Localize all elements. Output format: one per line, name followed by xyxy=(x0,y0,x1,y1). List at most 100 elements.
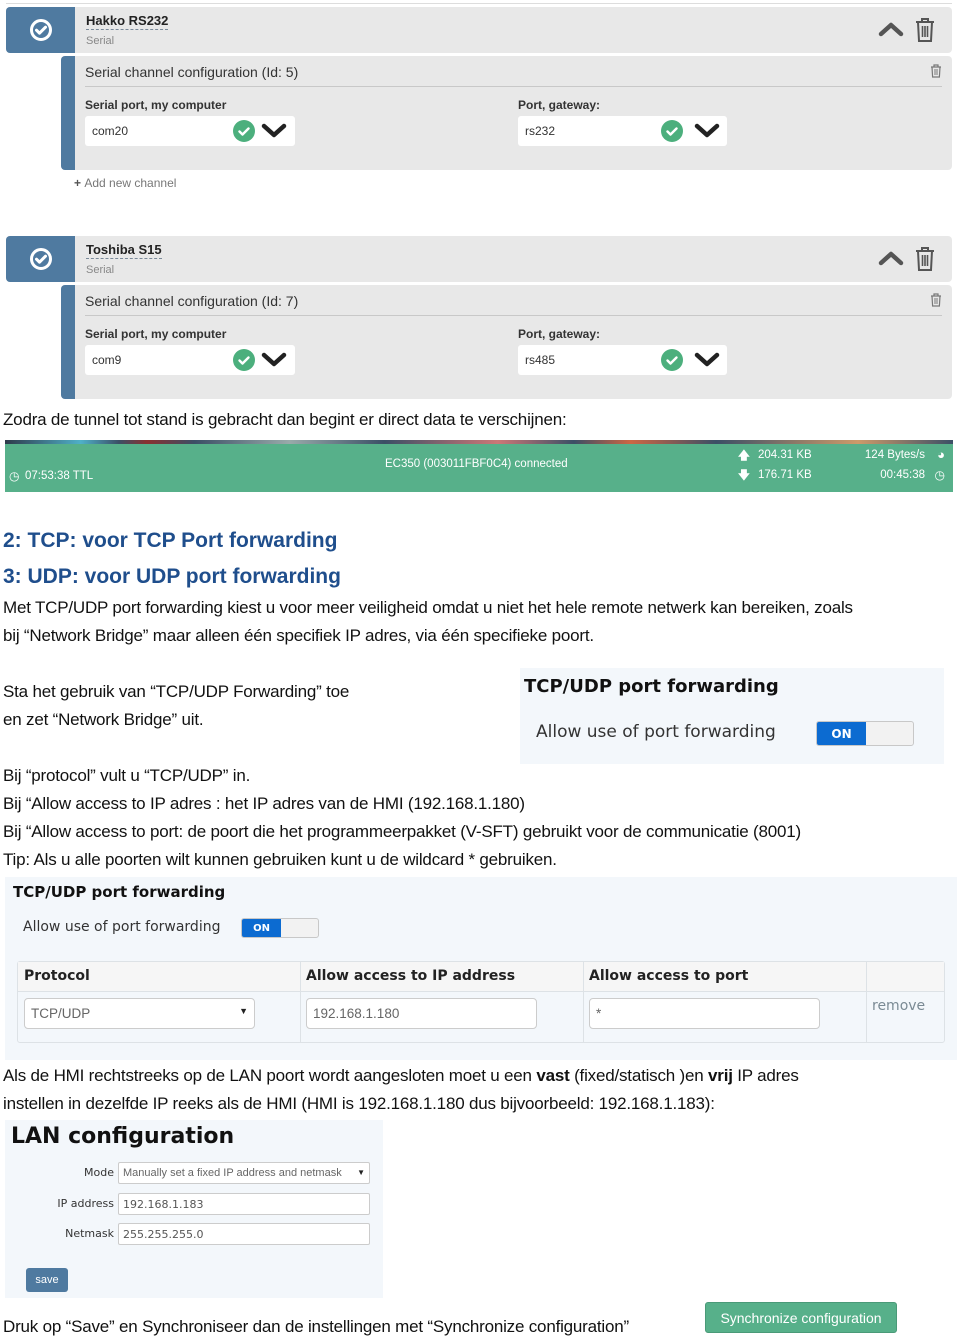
mode-value: Manually set a fixed IP address and netm… xyxy=(123,1167,342,1179)
valid-check-icon xyxy=(233,349,255,371)
gateway-port-value: rs485 xyxy=(525,353,556,367)
connection-text: EC350 (003011FBF0C4) connected xyxy=(385,458,568,470)
channel-accent-bar xyxy=(61,56,75,170)
remove-rule-link[interactable]: remove xyxy=(872,998,925,1014)
dropdown-arrow-icon: ▼ xyxy=(357,1168,365,1177)
gateway-port-select[interactable]: rs232 xyxy=(518,116,727,146)
bold-vast: vast xyxy=(536,1066,570,1085)
chevron-down-icon[interactable] xyxy=(694,351,720,369)
serial-port-value: com20 xyxy=(92,124,129,138)
clock-icon: ◷ xyxy=(9,469,20,483)
allow-forwarding-toggle[interactable]: ON xyxy=(241,918,319,938)
channel-title: Serial channel configuration (Id: 5) xyxy=(85,64,299,80)
paragraph-lan-2: instellen in dezelfde IP reeks als de HM… xyxy=(3,1094,715,1113)
valid-check-icon xyxy=(661,349,683,371)
serial-port-select[interactable]: com20 xyxy=(85,116,295,146)
arrow-down-icon: 🡇 xyxy=(738,470,750,482)
divider xyxy=(85,315,942,316)
paragraph-allow-2: en zet “Network Bridge” uit. xyxy=(3,710,204,729)
serial-port-select[interactable]: com9 xyxy=(85,345,295,375)
column-header-actions xyxy=(866,962,944,992)
heading-tcp: 2: TCP: voor TCP Port forwarding xyxy=(3,529,338,552)
serial-channel-config: Serial channel configuration (Id: 5) Ser… xyxy=(61,56,952,170)
allow-forwarding-toggle[interactable]: ON xyxy=(816,721,914,746)
delete-channel-trash-icon[interactable] xyxy=(930,64,942,78)
ip-address-input[interactable]: 192.168.1.180 xyxy=(306,998,537,1029)
lan-title: LAN configuration xyxy=(11,1124,235,1149)
download-amount: 176.71 KB xyxy=(758,469,812,481)
device-header: Hakko RS232 Serial xyxy=(6,7,952,53)
gateway-port-select[interactable]: rs485 xyxy=(518,345,727,375)
delete-channel-trash-icon[interactable] xyxy=(930,293,942,307)
delete-trash-icon[interactable] xyxy=(914,17,936,43)
ip-address-input[interactable]: 192.168.1.183 xyxy=(118,1193,370,1215)
panel-title: TCP/UDP port forwarding xyxy=(524,676,779,697)
panel-title: TCP/UDP port forwarding xyxy=(13,883,226,901)
device-type: Serial xyxy=(86,264,115,276)
column-divider xyxy=(866,962,867,1042)
toggle-on-state: ON xyxy=(817,722,866,745)
allow-forwarding-label: Allow use of port forwarding xyxy=(536,722,776,742)
column-divider xyxy=(300,962,301,1042)
netmask-input[interactable]: 255.255.255.0 xyxy=(118,1223,370,1245)
synchronize-configuration-button[interactable]: Synchronize configuration xyxy=(705,1302,897,1333)
gateway-port-label: Port, gateway: xyxy=(518,98,601,112)
paragraph-protocol: Bij “protocol” vult u “TCP/UDP” in. xyxy=(3,766,251,785)
serial-port-label: Serial port, my computer xyxy=(85,98,227,112)
delete-trash-icon[interactable] xyxy=(914,246,936,272)
bold-vrij: vrij xyxy=(708,1066,733,1085)
collapse-chevron-up-icon[interactable] xyxy=(878,21,904,37)
port-input[interactable]: * xyxy=(589,998,820,1029)
column-header-port: Allow access to port xyxy=(583,962,866,992)
ttl-text: 07:53:38 TTL xyxy=(25,470,94,482)
forwarding-rules-table: Protocol Allow access to IP address Allo… xyxy=(17,961,945,1043)
gateway-port-label: Port, gateway: xyxy=(518,327,601,341)
serial-channel-config: Serial channel configuration (Id: 7) Ser… xyxy=(61,285,952,399)
channel-title: Serial channel configuration (Id: 7) xyxy=(85,293,299,309)
device-status[interactable] xyxy=(6,236,75,282)
text-run: (fixed/statisch )en xyxy=(569,1066,709,1085)
heading-udp: 3: UDP: voor UDP port forwarding xyxy=(3,565,341,588)
check-circle-icon xyxy=(29,19,52,41)
status-stripe xyxy=(5,440,953,444)
arrow-up-icon: 🡅 xyxy=(738,450,750,462)
valid-check-icon xyxy=(233,120,255,142)
column-header-ip: Allow access to IP address xyxy=(300,962,583,992)
collapse-chevron-up-icon[interactable] xyxy=(878,250,904,266)
device-header: Toshiba S15 Serial xyxy=(6,236,952,282)
device-status[interactable] xyxy=(6,7,75,53)
protocol-select[interactable]: TCP/UDP ▼ xyxy=(24,998,255,1029)
dropdown-arrow-icon: ▼ xyxy=(239,1006,248,1016)
chevron-down-icon[interactable] xyxy=(261,122,287,140)
mode-select[interactable]: Manually set a fixed IP address and netm… xyxy=(118,1162,370,1184)
paragraph-tip: Tip: Als u alle poorten wilt kunnen gebr… xyxy=(3,850,557,869)
channel-accent-bar xyxy=(61,285,75,399)
lan-configuration-panel: LAN configuration Mode Manually set a fi… xyxy=(5,1120,383,1298)
column-divider xyxy=(583,962,584,1042)
elapsed-time: 00:45:38 xyxy=(880,469,925,481)
check-circle-icon xyxy=(29,248,52,270)
paragraph-lan-1: Als de HMI rechtstreeks op de LAN poort … xyxy=(3,1066,799,1086)
paragraph-save: Druk op “Save” en Synchroniseer dan de i… xyxy=(3,1317,629,1336)
paragraph-port: Bij “Allow access to port: de poort die … xyxy=(3,822,801,841)
plus-icon: + xyxy=(74,176,85,190)
toggle-on-state: ON xyxy=(242,919,281,937)
clock-icon: ◷ xyxy=(934,468,945,482)
valid-check-icon xyxy=(661,120,683,142)
save-button[interactable]: save xyxy=(26,1268,68,1292)
chevron-down-icon[interactable] xyxy=(694,122,720,140)
serial-port-value: com9 xyxy=(92,353,122,367)
upload-amount: 204.31 KB xyxy=(758,449,812,461)
connection-status-bar: ◷ 07:53:38 TTL EC350 (003011FBF0C4) conn… xyxy=(5,440,953,492)
add-new-channel-link[interactable]: + Add new channel xyxy=(74,176,176,190)
text-run: Als de HMI rechtstreeks op de LAN poort … xyxy=(3,1066,537,1085)
port-forwarding-panel: TCP/UDP port forwarding Allow use of por… xyxy=(5,877,957,1060)
mode-label: Mode xyxy=(84,1166,114,1179)
device-name[interactable]: Toshiba S15 xyxy=(86,242,162,259)
device-name[interactable]: Hakko RS232 xyxy=(86,13,169,30)
chevron-down-icon[interactable] xyxy=(261,351,287,369)
divider xyxy=(85,86,942,87)
netmask-label: Netmask xyxy=(65,1227,114,1240)
protocol-value: TCP/UDP xyxy=(31,1006,91,1021)
add-new-channel-label: Add new channel xyxy=(84,176,177,190)
